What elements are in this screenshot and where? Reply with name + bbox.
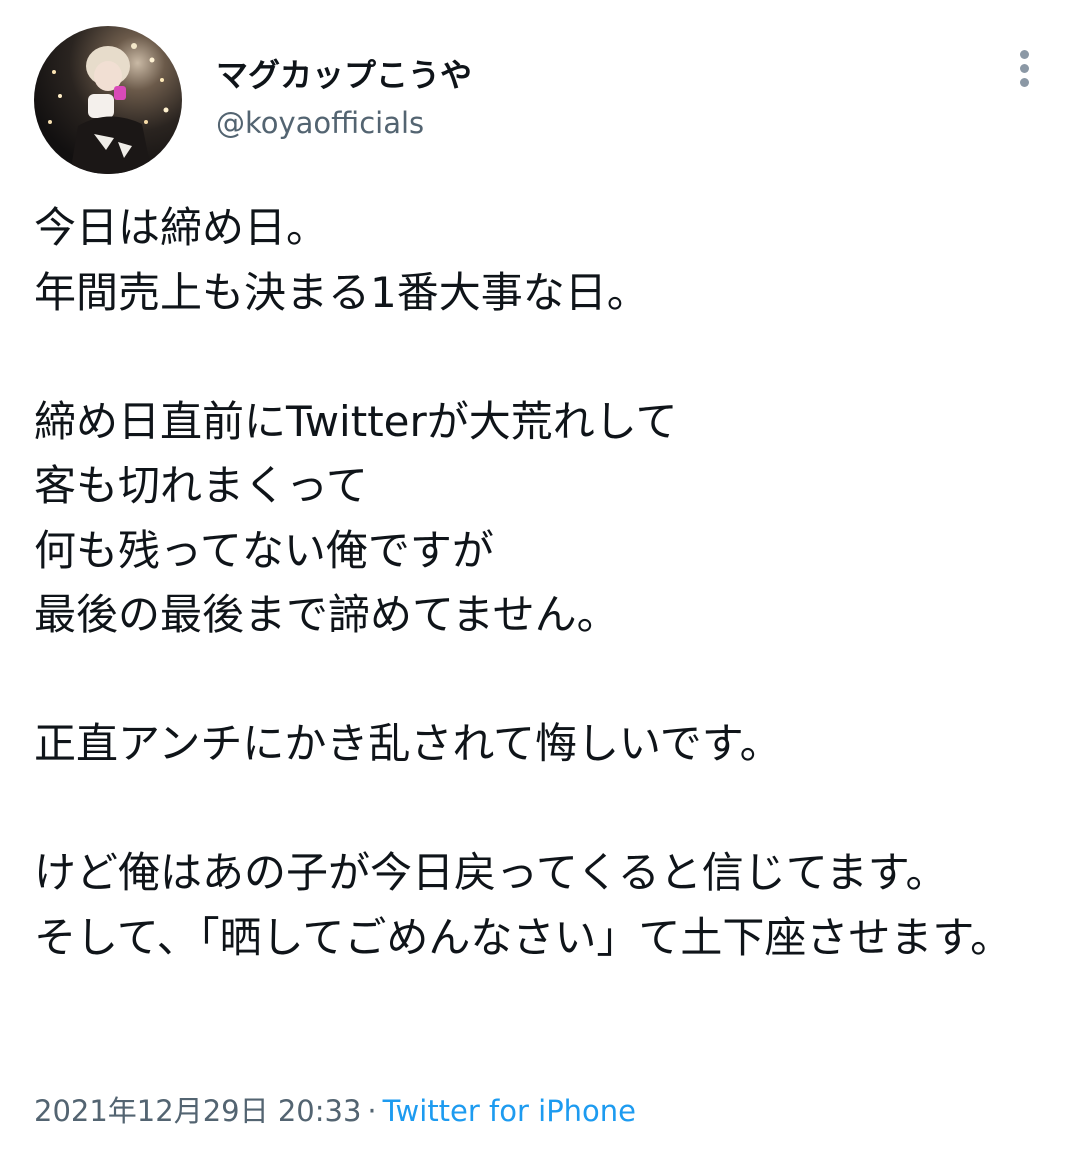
tweet-meta: 2021年12月29日 20:33 · Twitter for iPhone — [34, 1088, 636, 1130]
avatar[interactable] — [34, 26, 182, 174]
more-dot — [1020, 64, 1029, 73]
more-vertical-icon[interactable] — [1008, 46, 1042, 90]
timestamp[interactable]: 2021年12月29日 20:33 — [34, 1094, 361, 1128]
more-dot — [1020, 50, 1029, 59]
more-dot — [1020, 78, 1029, 87]
tweet: マグカップこうや @koyaofficials 今日は締め日。 年間売上も決まる… — [0, 0, 1070, 1152]
source-link[interactable]: Twitter for iPhone — [383, 1094, 636, 1128]
user-handle[interactable]: @koyaofficials — [216, 106, 424, 140]
avatar-photo — [48, 43, 169, 174]
meta-separator: · — [367, 1094, 377, 1128]
display-name[interactable]: マグカップこうや — [216, 50, 472, 96]
tweet-text: 今日は締め日。 年間売上も決まる1番大事な日。 締め日直前にTwitterが大荒… — [34, 203, 1013, 962]
